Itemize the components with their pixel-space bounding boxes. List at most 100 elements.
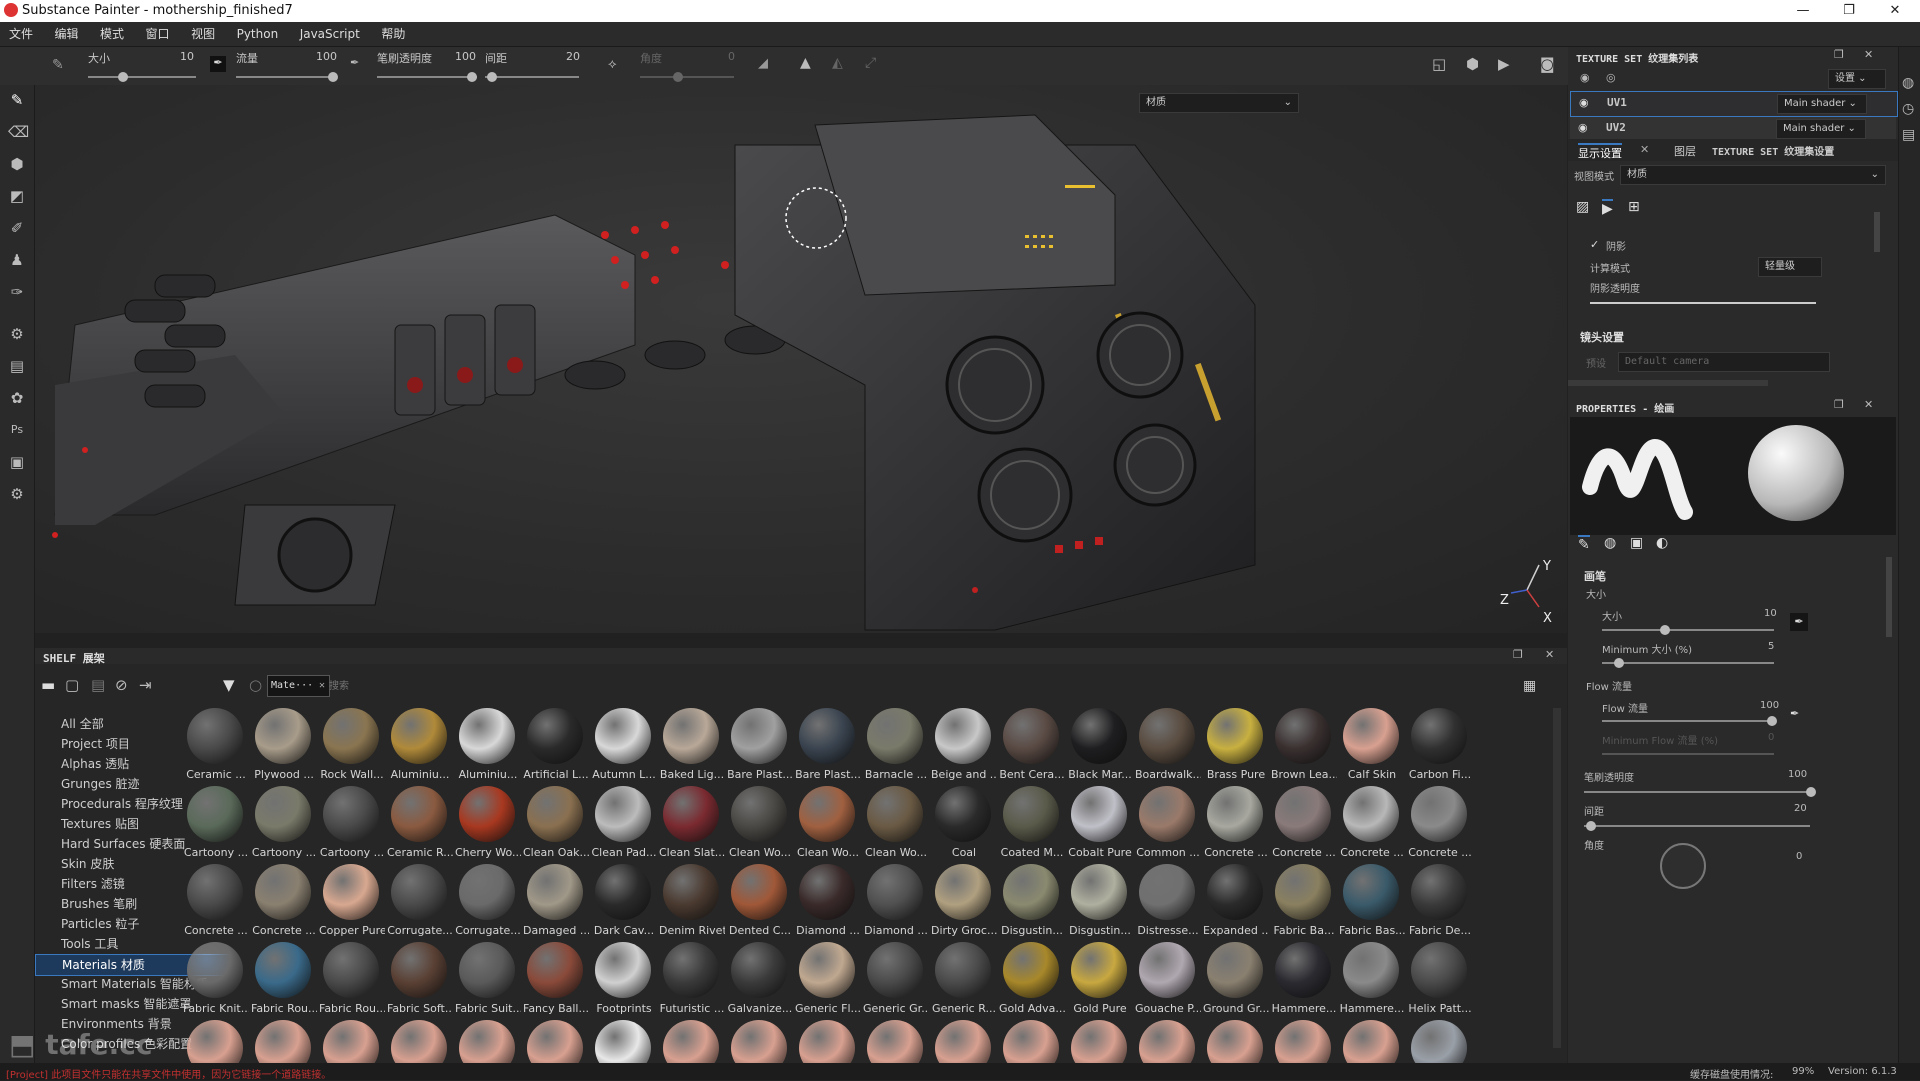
material-item[interactable]: Hammere... xyxy=(1271,942,1336,1020)
settings-gear-icon[interactable]: ✿ xyxy=(8,389,26,407)
min-flow-slider[interactable] xyxy=(1602,753,1774,755)
material-item[interactable]: Clean Wo... xyxy=(795,786,859,864)
material-item[interactable] xyxy=(1135,1020,1199,1063)
plugin-icon[interactable]: ⚙ xyxy=(8,485,26,503)
menu-window[interactable]: 窗口 xyxy=(137,22,179,46)
props-float-icon[interactable]: ❐ xyxy=(1834,398,1844,411)
angle-slider[interactable] xyxy=(640,76,734,78)
filter-tag[interactable]: Mate··· ✕ xyxy=(267,675,330,697)
material-item[interactable]: Cartoony ... xyxy=(183,786,248,864)
compute-mode-dropdown[interactable]: 轻量级 xyxy=(1758,257,1822,277)
camera-preset-dropdown[interactable]: Default camera xyxy=(1618,352,1830,372)
tab-layers[interactable]: 图层 xyxy=(1674,143,1696,159)
min-size-slider[interactable] xyxy=(1602,662,1774,664)
flow-slider[interactable] xyxy=(236,76,336,78)
material-item[interactable]: Disgustin... xyxy=(999,864,1063,942)
pen-pressure-flow-icon[interactable]: ✒ xyxy=(350,56,359,69)
material-item[interactable]: Diamond ... xyxy=(863,864,928,942)
size-slider-knob[interactable] xyxy=(118,72,128,82)
history-icon[interactable]: ◷ xyxy=(1902,101,1914,117)
opacity-slider[interactable] xyxy=(377,76,477,78)
material-item[interactable]: Barnacle ... xyxy=(863,708,927,786)
prop-flow-slider[interactable] xyxy=(1602,720,1774,722)
material-item[interactable]: Boardwalk... xyxy=(1135,708,1201,786)
texture-set-row-uv1[interactable]: ◉ UV1 Main shader ⌄ xyxy=(1570,91,1898,117)
shelf-scrollbar[interactable] xyxy=(1553,708,1561,1048)
stencil-tab-icon[interactable]: ▣ xyxy=(1630,535,1643,551)
material-item[interactable] xyxy=(795,1020,859,1063)
material-item[interactable]: Futuristic ... xyxy=(659,942,724,1020)
filter-tag-close-icon[interactable]: ✕ xyxy=(319,676,325,696)
shelf-search-input[interactable] xyxy=(327,676,1271,696)
camera-icon[interactable]: ▶ xyxy=(1602,199,1613,217)
prop-opacity-slider[interactable] xyxy=(1584,791,1810,793)
tab-texture-set-settings[interactable]: TEXTURE SET 纹理集设置 xyxy=(1712,143,1834,158)
material-item[interactable] xyxy=(999,1020,1063,1063)
solo-eye-icon[interactable]: ◎ xyxy=(1606,71,1616,84)
prop-spacing-knob[interactable] xyxy=(1586,821,1596,831)
material-item[interactable] xyxy=(659,1020,723,1063)
material-item[interactable]: Concrete ... xyxy=(1203,786,1268,864)
material-item[interactable] xyxy=(319,1020,383,1063)
material-item[interactable]: Concrete ... xyxy=(251,864,316,942)
material-item[interactable]: Brown Lea... xyxy=(1271,708,1337,786)
3d-viewport[interactable]: 材质 ⌄ Y Z X xyxy=(35,85,1567,633)
brush-tab-icon[interactable]: ✎ xyxy=(1578,535,1590,553)
alignment-icon[interactable]: ◢ xyxy=(758,56,768,71)
material-item[interactable] xyxy=(455,1020,519,1063)
selection-mode-icon[interactable]: ◱ xyxy=(1432,55,1446,73)
min-size-knob[interactable] xyxy=(1614,658,1624,668)
material-tab-icon[interactable]: ◐ xyxy=(1656,535,1668,551)
eraser-icon[interactable]: ⌫ xyxy=(8,123,29,141)
material-item[interactable]: Concrete ... xyxy=(183,864,248,942)
prop-size-knob[interactable] xyxy=(1660,625,1670,635)
bake-icon[interactable]: ⚙ xyxy=(8,325,26,343)
uv1-eye-icon[interactable]: ◉ xyxy=(1579,96,1589,109)
search-circle-icon[interactable]: ○ xyxy=(249,676,262,694)
projection-icon[interactable]: ⬢ xyxy=(8,155,26,173)
shelf-float-icon[interactable]: ❐ xyxy=(1513,648,1523,661)
prop-opacity-knob[interactable] xyxy=(1806,787,1816,797)
iray-icon[interactable]: ▤ xyxy=(8,357,26,375)
material-item[interactable]: Clean Wo... xyxy=(863,786,927,864)
material-item[interactable]: Generic Fl... xyxy=(795,942,861,1020)
material-item[interactable]: Beige and ... xyxy=(931,708,997,786)
material-item[interactable]: Denim Rivet xyxy=(659,864,725,942)
material-item[interactable]: Cobalt Pure xyxy=(1067,786,1132,864)
material-item[interactable]: Fabric Ba... xyxy=(1271,864,1335,942)
material-item[interactable]: Cartoony ... xyxy=(251,786,316,864)
material-item[interactable]: Autumn L... xyxy=(591,708,656,786)
material-item[interactable]: Fancy Ball... xyxy=(523,942,589,1020)
material-item[interactable] xyxy=(251,1020,315,1063)
material-item[interactable]: Ceramic ... xyxy=(183,708,247,786)
material-item[interactable]: Aluminiu... xyxy=(387,708,451,786)
material-item[interactable]: Ceramic R... xyxy=(387,786,453,864)
tsl-close-icon[interactable]: ✕ xyxy=(1864,48,1873,61)
display-settings-vscroll[interactable] xyxy=(1874,212,1880,252)
material-item[interactable]: Gold Pure xyxy=(1067,942,1131,1020)
flow-slider-knob[interactable] xyxy=(328,72,338,82)
lazy-mouse-icon[interactable]: ⟡ xyxy=(608,57,617,72)
material-item[interactable]: Fabric Rou... xyxy=(251,942,317,1020)
display-3d-icon[interactable]: ⬢ xyxy=(1466,55,1479,73)
opacity-slider-knob[interactable] xyxy=(467,72,477,82)
material-item[interactable]: Cartoony ... xyxy=(319,786,384,864)
material-item[interactable] xyxy=(1339,1020,1403,1063)
material-item[interactable]: Helix Patt... xyxy=(1407,942,1472,1020)
material-item[interactable]: Clean Oak... xyxy=(523,786,589,864)
material-item[interactable]: Concrete ... xyxy=(1271,786,1336,864)
material-item[interactable] xyxy=(1067,1020,1131,1063)
menu-view[interactable]: 视图 xyxy=(182,22,224,46)
minimize-button[interactable]: — xyxy=(1780,0,1826,22)
material-item[interactable]: Corrugate... xyxy=(387,864,453,942)
material-item[interactable]: Concrete ... xyxy=(1407,786,1472,864)
display-settings-hscroll[interactable] xyxy=(1568,380,1768,386)
material-item[interactable] xyxy=(591,1020,655,1063)
material-item[interactable]: Rock Wall... xyxy=(319,708,384,786)
visibility-all-icon[interactable]: ◉ xyxy=(1580,71,1590,84)
material-item[interactable]: Clean Pad... xyxy=(591,786,657,864)
environment-settings-icon[interactable]: ◍ xyxy=(1902,75,1914,91)
viewport-mode-dropdown[interactable]: 材质 ⌄ xyxy=(1139,93,1299,113)
angle-dial[interactable] xyxy=(1660,843,1706,889)
material-item[interactable]: Distresse... xyxy=(1135,864,1199,942)
